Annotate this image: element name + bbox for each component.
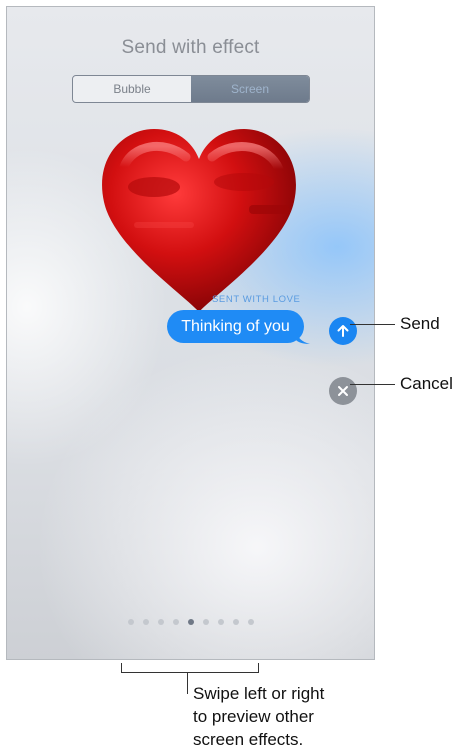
page-dot	[217, 619, 224, 625]
page-title: Send with effect	[121, 37, 260, 58]
swipe-line-2: to preview other	[193, 707, 314, 726]
tab-bubble[interactable]: Bubble	[73, 76, 191, 102]
page-dot	[247, 619, 254, 625]
swipe-line-3: screen effects.	[193, 730, 304, 749]
cancel-callout-line	[350, 384, 395, 385]
cancel-callout-label: Cancel	[400, 374, 453, 393]
send-callout-line	[350, 324, 395, 325]
swipe-callout-line	[187, 672, 188, 694]
close-icon	[338, 386, 348, 396]
page-dot	[127, 619, 134, 625]
page-dot	[202, 619, 209, 625]
bubble-tail	[296, 332, 310, 344]
page-dot	[142, 619, 149, 625]
send-callout-label: Send	[400, 314, 440, 333]
page-dot	[157, 619, 164, 625]
message-bubble: Thinking of you	[167, 310, 304, 343]
tab-screen[interactable]: Screen	[191, 76, 309, 102]
page-indicator[interactable]	[7, 619, 374, 625]
swipe-bracket-right	[258, 663, 259, 673]
page-dot-current	[187, 619, 194, 625]
send-button[interactable]	[329, 317, 357, 345]
effect-label: SENT WITH LOVE	[212, 294, 301, 305]
page-dot	[172, 619, 179, 625]
heart-icon	[102, 129, 296, 312]
swipe-callout-label: Swipe left or right to preview other scr…	[193, 682, 324, 751]
swipe-bracket-bottom	[121, 672, 259, 673]
arrow-up-icon	[337, 325, 349, 337]
cancel-button[interactable]	[329, 377, 357, 405]
swipe-line-1: Swipe left or right	[193, 684, 325, 703]
phone-screen: Send with effect Bubble Screen SENT WITH…	[6, 6, 375, 660]
effect-type-segmented-control: Bubble Screen	[72, 75, 310, 103]
page-dot	[232, 619, 239, 625]
